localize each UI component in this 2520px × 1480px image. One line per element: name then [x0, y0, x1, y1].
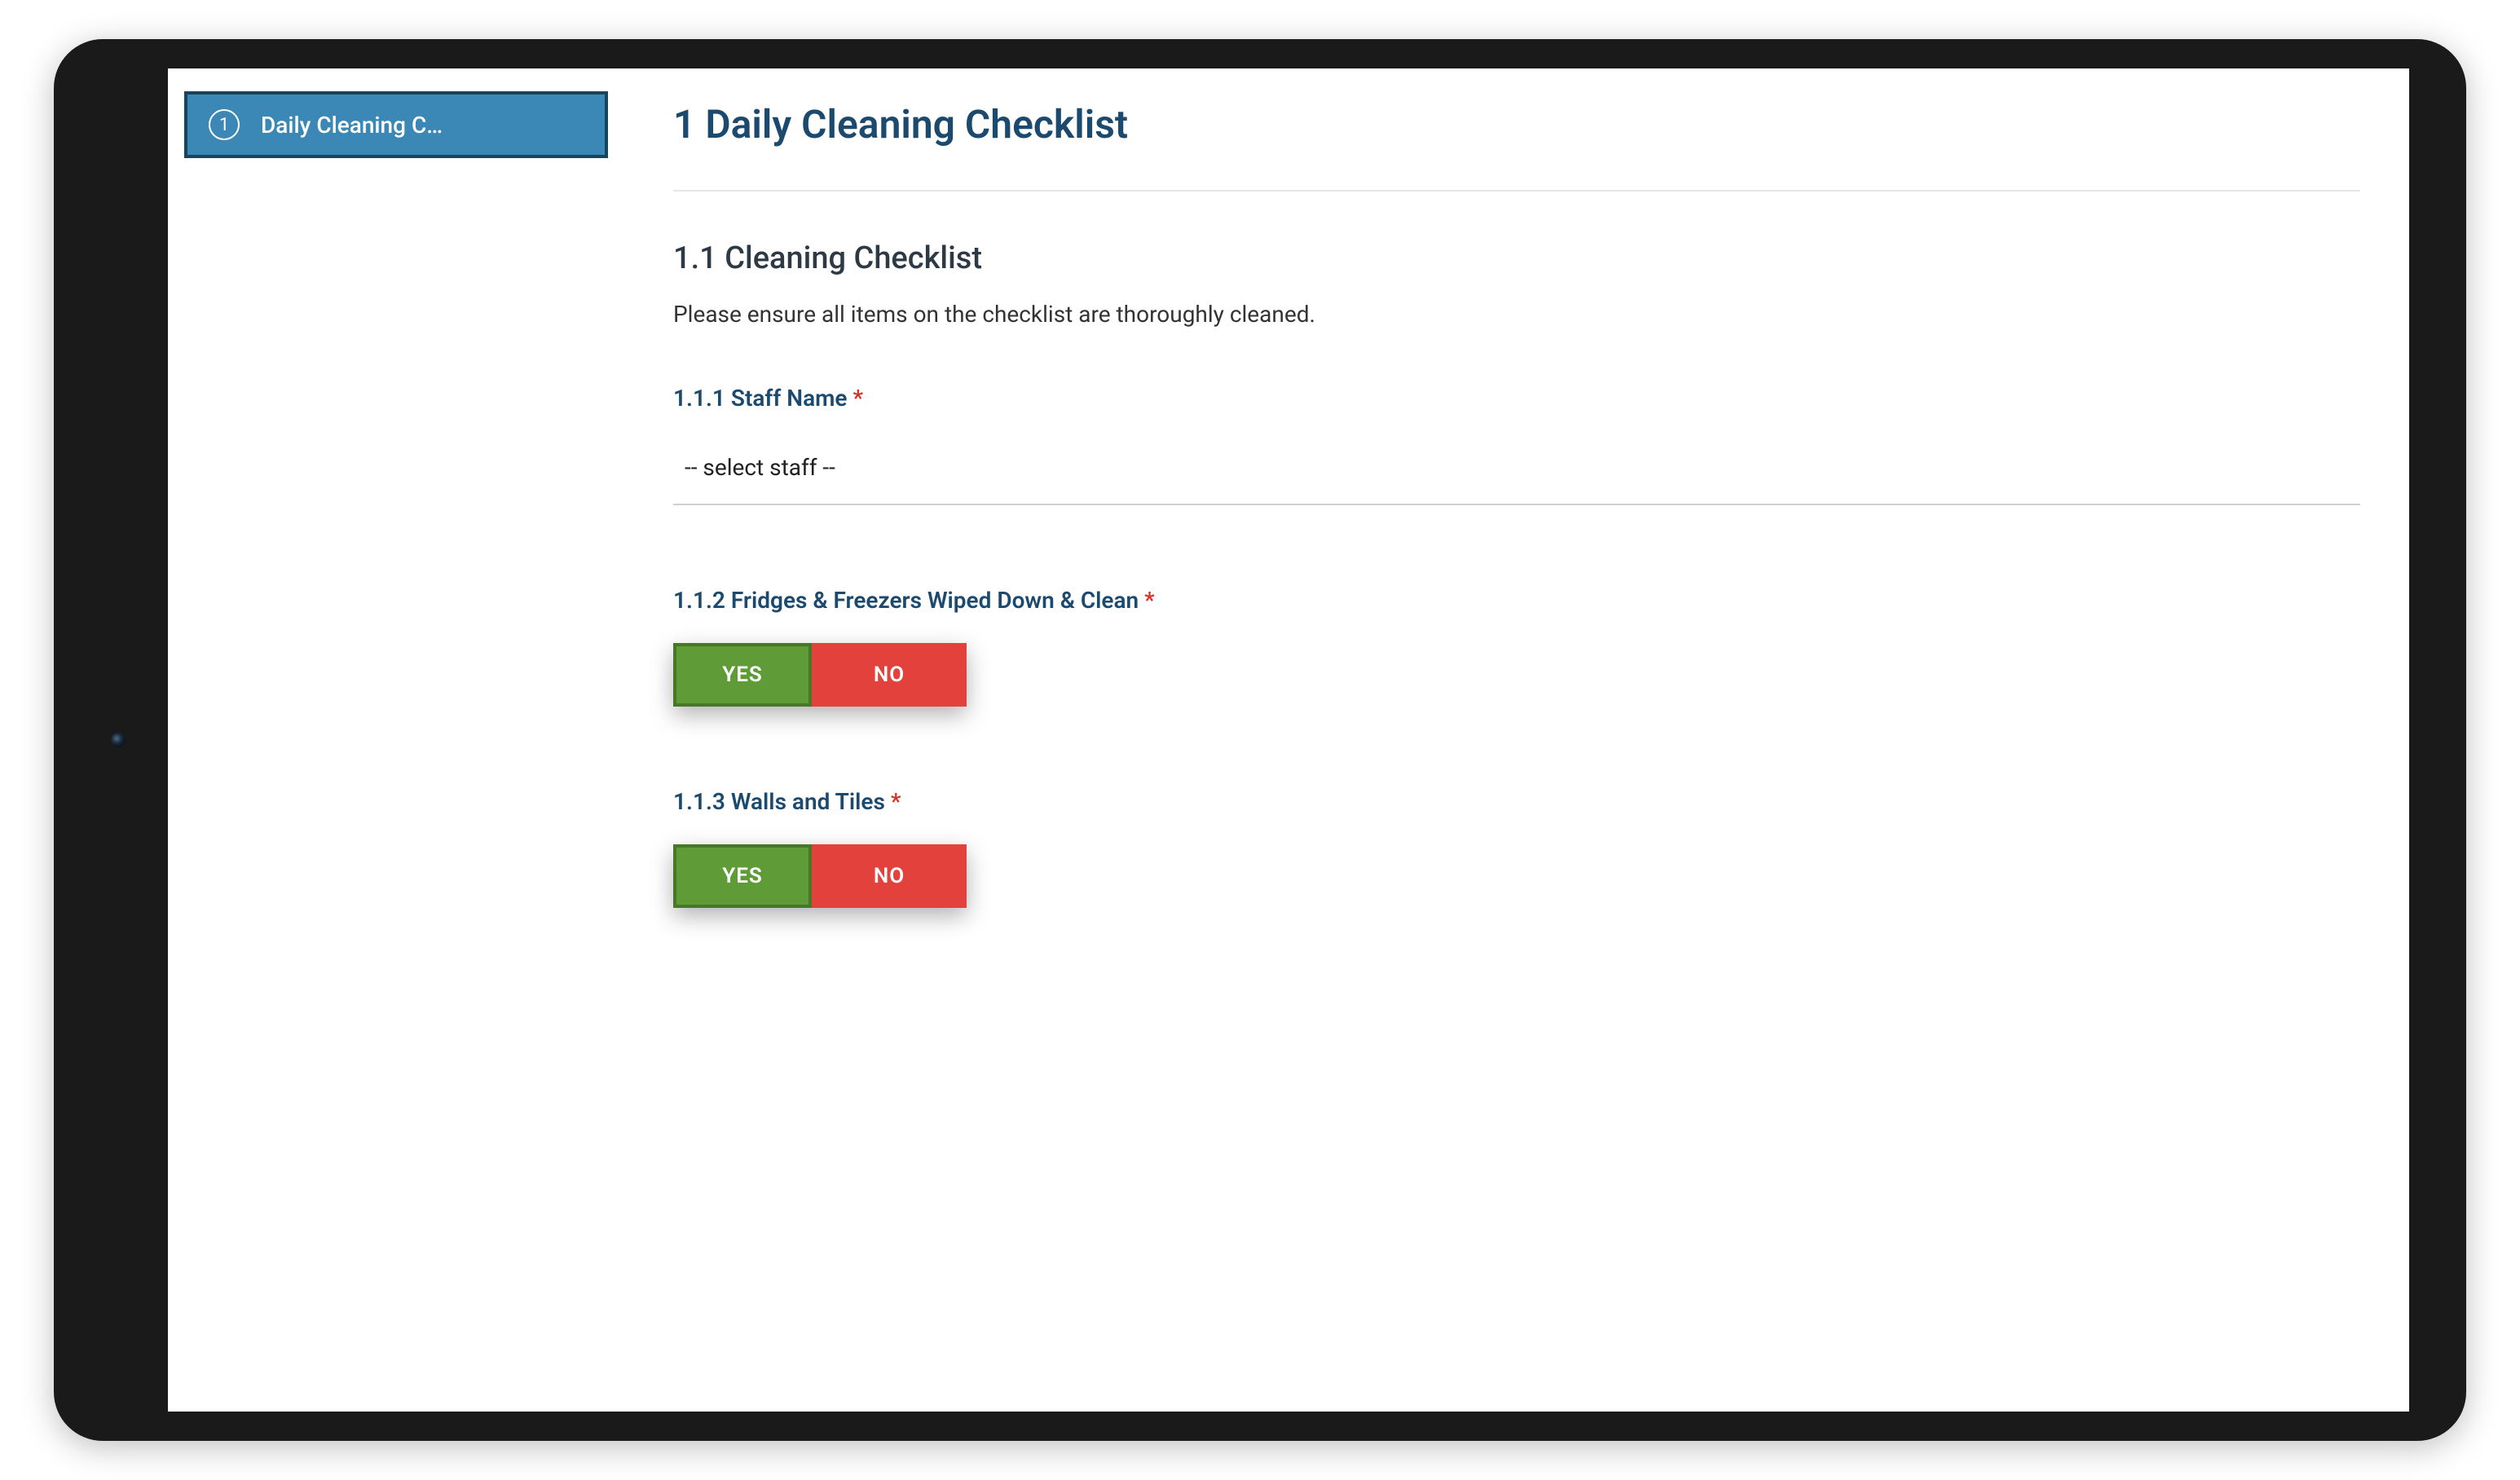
yes-button[interactable]: YES — [673, 643, 812, 707]
sidebar-item-number-badge: 1 — [209, 109, 240, 140]
no-button[interactable]: NO — [812, 643, 967, 707]
field-label-text: 1.1.1 Staff Name — [673, 385, 848, 412]
main-content: 1 Daily Cleaning Checklist 1.1 Cleaning … — [608, 68, 2409, 1412]
no-button-label: NO — [874, 663, 905, 687]
field-walls-tiles: 1.1.3 Walls and Tiles * YES NO — [673, 788, 2360, 908]
no-button[interactable]: NO — [812, 844, 967, 908]
staff-select-placeholder: -- select staff -- — [685, 454, 835, 481]
section-title: 1.1 Cleaning Checklist — [673, 240, 2360, 276]
required-mark: * — [852, 385, 863, 412]
device-camera-icon — [111, 733, 126, 747]
required-mark: * — [1144, 587, 1155, 614]
field-fridges-freezers: 1.1.2 Fridges & Freezers Wiped Down & Cl… — [673, 587, 2360, 707]
field-staff-name: 1.1.1 Staff Name * -- select staff -- — [673, 385, 2360, 505]
yes-button-label: YES — [722, 663, 763, 687]
staff-select[interactable]: -- select staff -- — [673, 441, 2360, 505]
section-description: Please ensure all items on the checklist… — [673, 301, 2360, 328]
sidebar-item-label: Daily Cleaning C… — [261, 112, 443, 139]
sidebar-item-daily-cleaning[interactable]: 1 Daily Cleaning C… — [184, 91, 608, 158]
field-label-walls: 1.1.3 Walls and Tiles * — [673, 788, 2360, 815]
sidebar-item-number: 1 — [219, 115, 229, 135]
no-button-label: NO — [874, 864, 905, 888]
field-label-staff-name: 1.1.1 Staff Name * — [673, 385, 2360, 412]
yesno-group-walls: YES NO — [673, 844, 2360, 908]
app-screen: 1 Daily Cleaning C… 1 Daily Cleaning Che… — [168, 68, 2409, 1412]
field-label-text: 1.1.2 Fridges & Freezers Wiped Down & Cl… — [673, 587, 1139, 614]
field-label-fridges: 1.1.2 Fridges & Freezers Wiped Down & Cl… — [673, 587, 2360, 614]
field-label-text: 1.1.3 Walls and Tiles — [673, 788, 885, 815]
sidebar: 1 Daily Cleaning C… — [168, 68, 608, 1412]
required-mark: * — [891, 788, 901, 815]
yes-button[interactable]: YES — [673, 844, 812, 908]
page-title: 1 Daily Cleaning Checklist — [673, 101, 2360, 192]
yesno-group-fridges: YES NO — [673, 643, 2360, 707]
yes-button-label: YES — [722, 864, 763, 888]
tablet-device-frame: 1 Daily Cleaning C… 1 Daily Cleaning Che… — [54, 39, 2466, 1441]
